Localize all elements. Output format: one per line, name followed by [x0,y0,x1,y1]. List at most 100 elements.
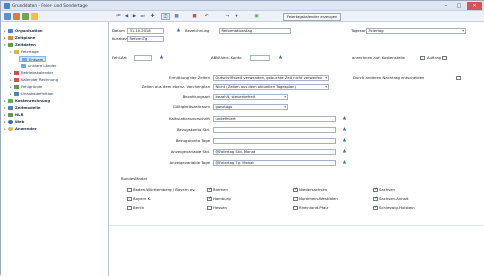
state-checkbox[interactable] [207,205,212,210]
zeiten-select[interactable]: Nicht (Zeiten aus dem aktuellen Tagespla… [213,84,329,90]
gueltigkeit-select[interactable]: ganztags [213,104,288,110]
bezugskonto-tage-picker-icon[interactable]: ▲ [342,138,347,143]
anzeige-std-picker-icon[interactable]: ▲ [342,149,347,154]
first-record-icon[interactable]: ⏮ [115,13,122,20]
anrechnen-label: anrechnen auf: Kostenstelle [352,55,405,60]
vacation-icon [14,91,19,96]
tree-item-label: Anwender [15,126,37,131]
tree-item-feiertage[interactable]: ▾ Feiertage [10,49,39,55]
state-label: Sachsen [379,187,395,192]
auftrag-checkbox[interactable] [442,55,447,60]
app-window: Grunddaten - Feier- und Sondertage – □ ✕… [0,0,484,276]
cost-icon [8,98,13,103]
tree-item-entsam[interactable]: Entsam [19,56,47,62]
datum-field[interactable]: 31.10.2018 [127,28,164,34]
auftrag-label: Auftrag [427,55,442,60]
state-checkbox[interactable] [373,205,378,210]
previous-record-icon[interactable]: ◀ [123,13,130,20]
tree-item-betriebskalender[interactable]: ▸ Betriebskalender [10,70,53,76]
bezahlungsart-select[interactable]: bezahlt, steuerbefreit [213,94,288,100]
new-icon[interactable] [4,13,11,20]
bezeichnung-field[interactable]: Reformationstag [219,28,291,34]
ermittlung-select[interactable]: Gutschriftszeit verwenden, gebuchte Zeit… [213,75,329,81]
organisation-icon [8,28,13,33]
anzeige-std-field[interactable]: @Feiertag Std. Monat [213,149,336,155]
maximize-button[interactable]: □ [453,2,465,10]
state-checkbox[interactable] [127,196,132,201]
filter-icon[interactable] [22,13,29,20]
tree-item-web[interactable]: ▸ Web [4,119,24,125]
state-checkbox[interactable] [373,196,378,201]
new-record-icon[interactable]: ✚ [149,13,156,20]
bezugskonto-std-picker-icon[interactable]: ▲ [342,127,347,132]
tree-item-zeitplane[interactable]: ▸ Zeitplane [4,35,35,41]
state-label: Sachsen-Anhalt [379,196,409,201]
calendar-generate-icon[interactable]: ▣ [253,13,260,20]
abw-picker-icon[interactable]: ▲ [278,55,283,60]
tagesart-select[interactable]: Feiertag [366,28,466,34]
tree-item-label: Web [15,119,25,124]
tree-item-zeitdaten[interactable]: ▾ Zeitdaten [4,42,36,48]
record-toolbar: ⏮ ◀ ▶ ⏭ ✚ ⎚ ▩ ■ ↶ → ▾ ▣ Feiertagskalende… [109,11,484,22]
anzeige-tage-picker-icon[interactable]: ▲ [342,160,347,165]
next-record-icon[interactable]: ▶ [131,13,138,20]
anzeige-tage-field[interactable]: @Feiertag Tg. Monat [213,160,336,166]
copy-icon[interactable]: ⎚ [161,13,170,20]
calendar-icon [22,57,27,62]
delete-icon[interactable] [13,13,20,20]
bezugskonto-std-label: Bezugskonto Std. [176,127,210,132]
tree-item-unklare-lander[interactable]: unklare Länder [21,63,57,69]
state-label: Bayern K. [133,196,152,201]
minimize-button[interactable]: – [440,2,452,10]
dropdown-icon[interactable]: ▾ [233,13,240,20]
last-record-icon[interactable]: ⏭ [139,13,146,20]
tree-item-kostenrechnung[interactable]: ▸ Kostenrechnung [4,98,50,104]
calendar-icon [14,70,19,75]
arrow-icon[interactable]: → [224,13,231,20]
delete-record-icon[interactable]: ■ [191,13,198,20]
fehlart-picker-icon[interactable]: ▲ [159,55,164,60]
kurzbez-field[interactable]: ReformTg [127,36,164,42]
state-label: Niedersachsen [299,187,328,192]
kalkulation-picker-icon[interactable]: ▲ [342,116,347,121]
state-label: Hamburg [213,196,231,201]
fehlart-field[interactable] [134,55,152,61]
undo-icon[interactable]: ↶ [203,13,210,20]
state-checkbox[interactable] [207,187,212,192]
durch-anderen-checkbox[interactable] [456,75,461,80]
tree-item-nlr[interactable]: ▸ NLR [4,112,24,118]
tree-item-zeitmodelle[interactable]: ▸ Zeitmodelle [4,105,40,111]
tree-item-label: Entsam [29,57,44,62]
tree-item-anwender[interactable]: ▸ Anwender [4,126,37,132]
tree-item-label: Organisation [15,28,43,33]
globe-icon [8,119,13,124]
navigation-tree: ▸ Organisation ▸ Zeitplane ▾ Zeitdaten ▾ Fei… [1,22,109,276]
tree-item-kalender-rechnung[interactable]: ▸ Kalender Rechnung [10,77,58,83]
window-title: Grunddaten - Feier- und Sondertage [12,3,88,8]
user-icon [8,126,13,131]
state-checkbox[interactable] [127,205,132,210]
folder-icon[interactable] [31,13,38,20]
calendar-icon [21,63,26,68]
state-checkbox[interactable] [293,205,298,210]
ermittlung-label: Ermittlung der Zeiten [169,75,210,80]
date-picker-icon[interactable]: ▲ [176,28,181,33]
bezugskonto-tage-field[interactable] [213,138,336,144]
state-checkbox[interactable] [207,196,212,201]
generate-holiday-calendar-button[interactable]: Feiertagskalender erzeugen [283,12,342,21]
tree-item-fehlgruende[interactable]: ▸ Fehlgründe [10,84,42,90]
state-checkbox[interactable] [127,187,132,192]
state-checkbox[interactable] [293,196,298,201]
bezugskonto-std-field[interactable] [213,127,336,133]
tree-item-organisation[interactable]: ▸ Organisation [4,28,43,34]
datum-label: Datum [112,28,125,33]
state-checkbox[interactable] [373,187,378,192]
abw-field[interactable] [250,55,270,61]
tree-item-urlaubsdefinition[interactable]: ▸ Urlaubsdefinition [10,91,53,97]
detail-form: Datum 31.10.2018 ▲ Bezeichnung Reformati… [109,22,484,276]
state-checkbox[interactable] [293,187,298,192]
save-icon[interactable]: ▩ [173,13,180,20]
kalkulation-field[interactable]: undefiniert [213,116,336,122]
close-button[interactable]: ✕ [467,2,482,10]
kostenstelle-checkbox[interactable] [420,55,425,60]
